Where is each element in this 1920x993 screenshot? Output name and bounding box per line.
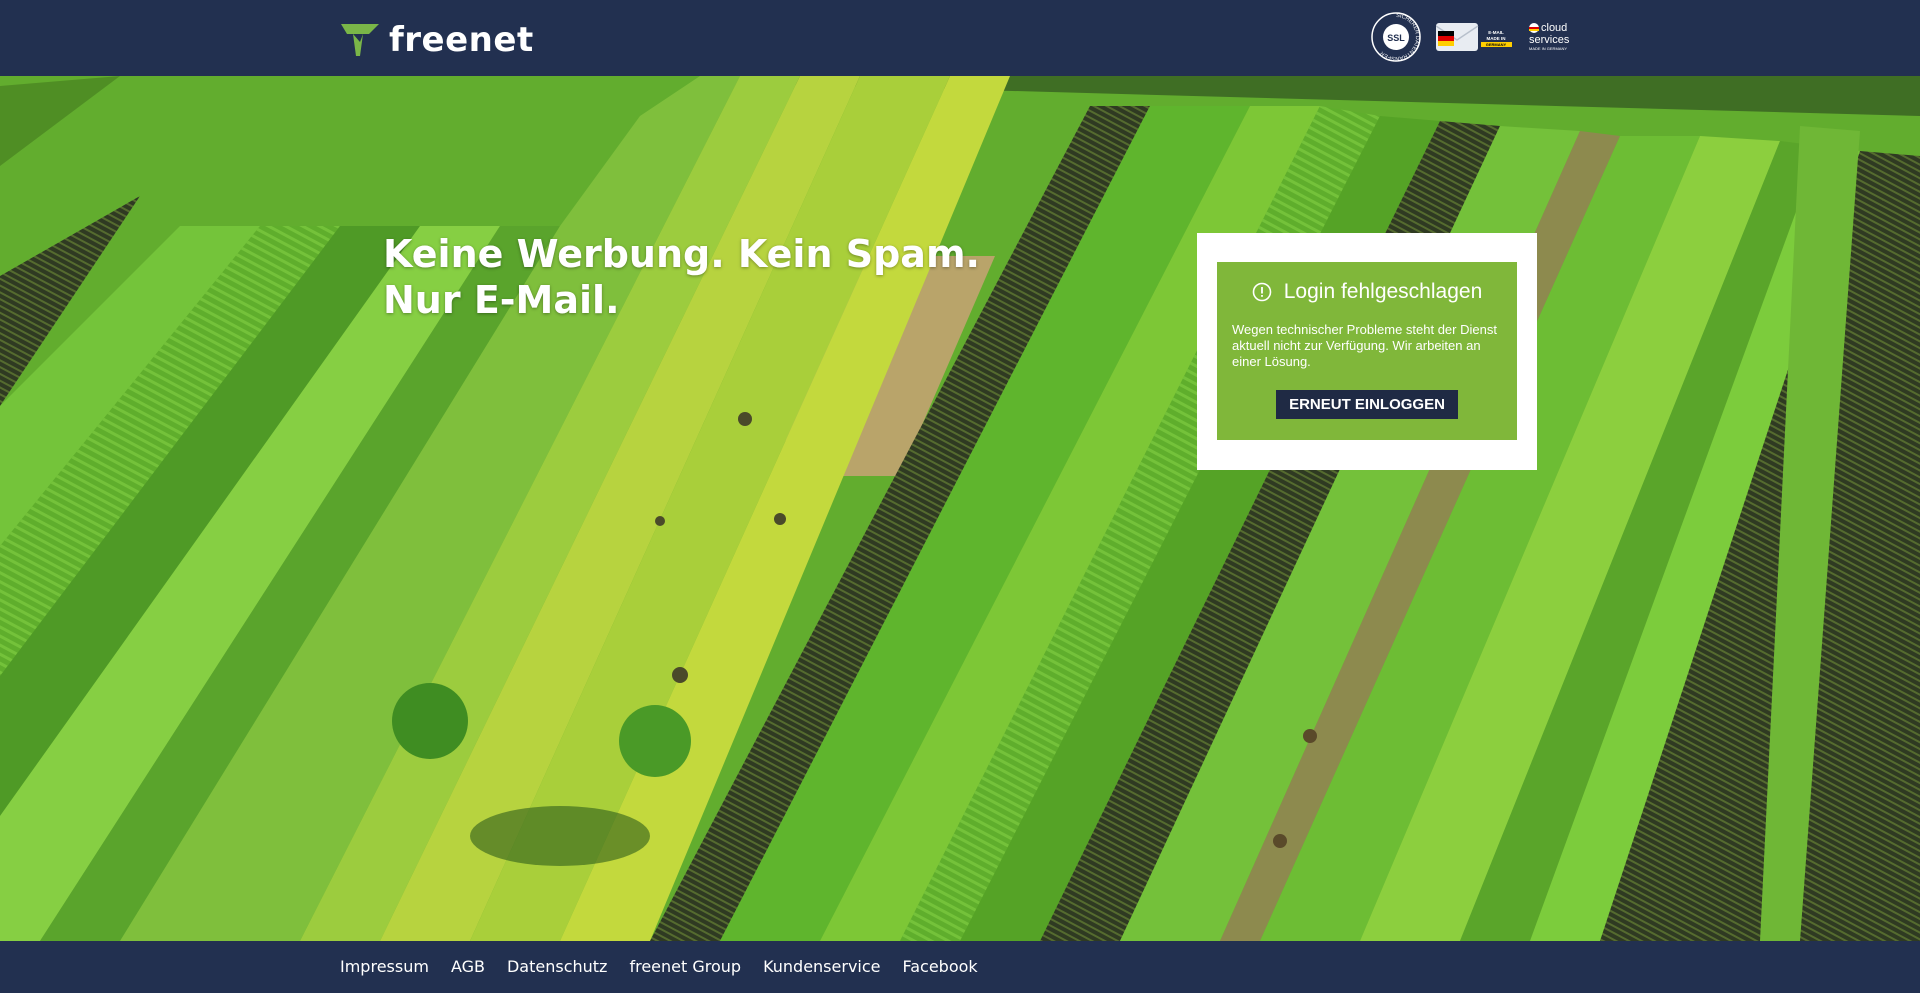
login-error-message: Wegen technischer Probleme steht der Die… bbox=[1232, 322, 1497, 369]
svg-text:E-MAIL: E-MAIL bbox=[1488, 30, 1504, 35]
freenet-logo-icon bbox=[341, 24, 379, 56]
login-error-header: Login fehlgeschlagen bbox=[1232, 278, 1502, 306]
svg-text:GERMANY: GERMANY bbox=[1486, 42, 1507, 47]
email-made-in-germany-icon: E-MAIL MADE IN GERMANY bbox=[1436, 23, 1513, 51]
footer-link-datenschutz[interactable]: Datenschutz bbox=[507, 957, 607, 977]
site-header: freenet SSL SICHERER DATENTRANSFER E-MAI… bbox=[0, 0, 1920, 76]
freenet-logo[interactable]: freenet bbox=[339, 20, 534, 60]
svg-text:services: services bbox=[1529, 34, 1570, 46]
hero-section: Keine Werbung. Kein Spam. Nur E-Mail. Lo… bbox=[0, 76, 1920, 941]
farmland-background-image bbox=[0, 76, 1920, 941]
info-circle-icon bbox=[1252, 282, 1272, 302]
footer-link-freenet-group[interactable]: freenet Group bbox=[629, 957, 741, 977]
svg-text:MADE IN: MADE IN bbox=[1487, 36, 1506, 41]
trust-badges: SSL SICHERER DATENTRANSFER E-MAIL MADE I… bbox=[1370, 12, 1582, 62]
svg-text:MADE IN GERMANY: MADE IN GERMANY bbox=[1529, 46, 1567, 51]
headline-line-2: Nur E-Mail. bbox=[383, 278, 620, 322]
footer-nav: Impressum AGB Datenschutz freenet Group … bbox=[340, 941, 978, 993]
hero-headline: Keine Werbung. Kein Spam. Nur E-Mail. bbox=[383, 231, 980, 323]
footer-link-facebook[interactable]: Facebook bbox=[903, 957, 978, 977]
login-error-card: Login fehlgeschlagen Wegen technischer P… bbox=[1217, 262, 1517, 440]
cloud-services-icon: cloud services MADE IN GERMANY bbox=[1529, 22, 1570, 51]
svg-text:cloud: cloud bbox=[1541, 22, 1567, 34]
relogin-button[interactable]: ERNEUT EINLOGGEN bbox=[1276, 390, 1458, 419]
headline-line-1: Keine Werbung. Kein Spam. bbox=[383, 232, 980, 276]
footer-link-agb[interactable]: AGB bbox=[451, 957, 485, 977]
footer-link-impressum[interactable]: Impressum bbox=[340, 957, 429, 977]
svg-text:SSL: SSL bbox=[1387, 33, 1405, 43]
logo-text: freenet bbox=[389, 20, 534, 60]
site-footer: Impressum AGB Datenschutz freenet Group … bbox=[0, 941, 1920, 993]
login-error-title: Login fehlgeschlagen bbox=[1283, 280, 1483, 303]
footer-link-kundenservice[interactable]: Kundenservice bbox=[763, 957, 880, 977]
ssl-seal-icon: SSL SICHERER DATENTRANSFER bbox=[1371, 12, 1421, 62]
login-error-panel: Login fehlgeschlagen Wegen technischer P… bbox=[1197, 233, 1537, 470]
